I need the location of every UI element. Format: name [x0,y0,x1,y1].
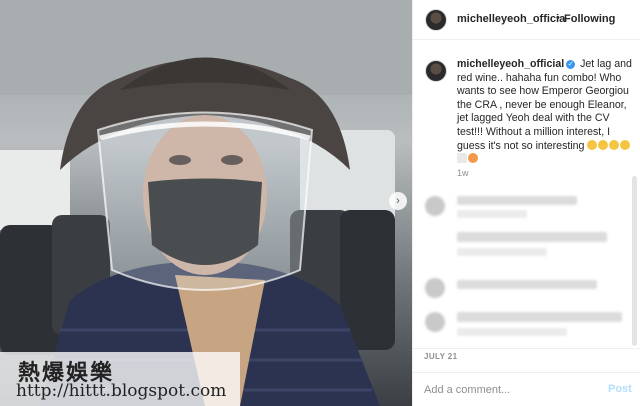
caption-avatar[interactable] [425,60,447,82]
laughing-emoji-icon [620,139,631,150]
caption-username[interactable]: michelleyeoh_official [457,58,564,70]
comment-avatar [425,312,445,332]
comment-avatar [425,196,445,216]
emoji-icon [457,153,467,164]
comment-bar: Post [412,372,640,406]
caption: michelleyeoh_official ✓ Jet lag and red w… [457,58,637,167]
verified-badge-icon: ✓ [566,60,576,69]
caption-text: Jet lag and red wine.. hahaha fun combo!… [457,58,632,152]
selfie-illustration [0,0,412,406]
divider [412,348,640,349]
seat-left [0,225,60,355]
caption-age[interactable]: 1w [457,168,469,178]
laughing-emoji-icon [609,139,620,150]
following-button[interactable]: Following [564,13,615,25]
post-comment-button[interactable]: Post [608,383,632,395]
comment-avatar [425,278,445,298]
comments-scrollbar[interactable] [632,176,637,346]
header-username[interactable]: michelleyeoh_officia [457,13,565,25]
laughing-emoji-icon [598,139,609,150]
comment-input[interactable] [424,382,594,398]
watermark-url: http://hittt.blogspot.com [16,381,227,401]
comment-text-blurred [457,210,527,218]
comment-text-blurred [457,248,547,256]
laughing-emoji-icon [587,139,598,150]
wine-emoji-icon [468,153,478,164]
comment-text-blurred [457,280,597,289]
post-photo[interactable]: › 熱爆娛樂 http://hittt.blogspot.com [0,0,412,406]
comment-text-blurred [457,232,607,242]
comment-text-blurred [457,328,567,336]
face-shield [96,111,314,291]
chevron-right-icon[interactable]: › [389,192,407,210]
post-header: michelleyeoh_officia • Following [413,0,640,40]
post-side-panel: michelleyeoh_officia • Following michell… [412,0,640,406]
comment-text-blurred [457,196,577,205]
avatar[interactable] [425,9,447,31]
comment-text-blurred [457,312,622,322]
header-separator: • [556,12,560,24]
post-date[interactable]: JULY 21 [424,352,458,361]
